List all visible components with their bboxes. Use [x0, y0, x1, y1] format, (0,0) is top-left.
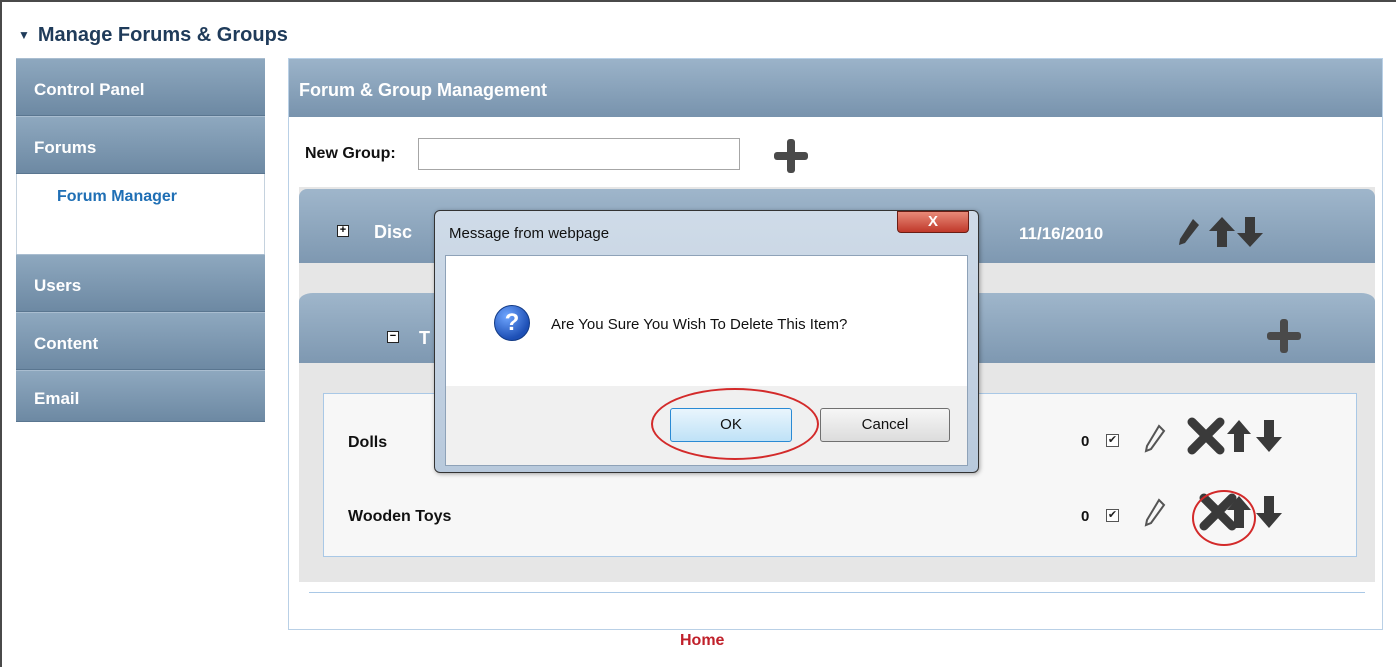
new-group-input[interactable]	[417, 138, 740, 170]
new-group-row: New Group:	[305, 138, 740, 170]
delete-x-icon[interactable]	[1186, 416, 1226, 456]
move-down-arrow-icon[interactable]	[1235, 215, 1265, 249]
move-up-arrow-icon[interactable]	[1207, 215, 1237, 249]
group-name: Disc	[374, 222, 413, 242]
move-down-arrow-icon[interactable]	[1254, 494, 1284, 530]
sidebar-item-label: Email	[34, 389, 80, 408]
question-icon: ?	[494, 305, 530, 341]
sidebar-item-label: Content	[34, 334, 99, 353]
panel-title: Forum & Group Management	[299, 80, 548, 100]
add-group-icon[interactable]	[772, 137, 810, 175]
subgroup-name: T	[419, 328, 430, 348]
forum-item-name: Dolls	[348, 434, 388, 451]
forum-item-checkbox[interactable]: ✔	[1106, 509, 1119, 522]
page-title-text: Manage Forums & Groups	[37, 24, 288, 46]
close-icon[interactable]: X	[897, 211, 969, 233]
page-title[interactable]: ▼ Manage Forums & Groups	[18, 24, 288, 47]
group-date: 11/16/2010	[1019, 224, 1104, 243]
add-forum-icon[interactable]	[1265, 317, 1303, 355]
sidebar-item-users[interactable]: Users	[16, 254, 265, 312]
home-link[interactable]: Home	[680, 632, 724, 650]
edit-pencil-icon[interactable]	[1177, 217, 1201, 247]
highlight-ring-delete	[1192, 490, 1256, 546]
expand-icon[interactable]: +	[337, 225, 349, 237]
sidebar-item-label: Users	[34, 276, 82, 295]
move-down-arrow-icon[interactable]	[1254, 418, 1284, 454]
sidebar-item-forums[interactable]: Forums	[16, 116, 265, 174]
move-up-arrow-icon[interactable]	[1226, 418, 1252, 454]
panel-divider	[309, 592, 1365, 593]
collapse-triangle-icon[interactable]: ▼	[18, 28, 30, 42]
sidebar-subitem-forum-manager[interactable]: Forum Manager	[16, 174, 265, 254]
dialog-title: Message from webpage	[449, 225, 610, 242]
edit-pencil-icon[interactable]	[1144, 498, 1166, 528]
sidebar-item-control-panel[interactable]: Control Panel	[16, 58, 265, 116]
forum-item-name: Wooden Toys	[348, 508, 452, 525]
sidebar-item-content[interactable]: Content	[16, 312, 265, 370]
forum-item-count: 0	[1081, 508, 1090, 525]
sidebar-item-email[interactable]: Email	[16, 370, 265, 422]
panel-header: Forum & Group Management	[289, 59, 1382, 117]
edit-pencil-icon[interactable]	[1144, 424, 1166, 454]
cancel-button[interactable]: Cancel	[820, 408, 950, 442]
dialog-message: Are You Sure You Wish To Delete This Ite…	[551, 316, 848, 333]
collapse-icon[interactable]: −	[387, 331, 399, 343]
sidebar-item-label: Forums	[34, 138, 97, 157]
sidebar-subitem-label: Forum Manager	[57, 188, 178, 205]
sidebar-item-label: Control Panel	[34, 80, 145, 99]
forum-item-count: 0	[1081, 433, 1090, 450]
forum-item-checkbox[interactable]: ✔	[1106, 434, 1119, 447]
new-group-label: New Group:	[305, 145, 396, 162]
highlight-ring-ok	[651, 388, 819, 460]
sidebar: Control Panel Forums Forum Manager Users…	[16, 58, 265, 422]
